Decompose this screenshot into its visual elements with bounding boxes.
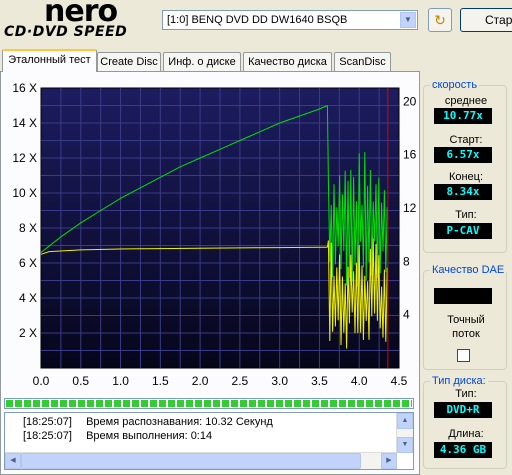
dae-quality-value bbox=[434, 288, 492, 304]
tab-scandisc[interactable]: ScanDisc bbox=[334, 52, 391, 71]
log-entry: [18:25:07] Время распознавания: 10.32 Се… bbox=[23, 416, 273, 428]
scroll-thumb[interactable] bbox=[21, 453, 361, 469]
disc-type-label: Тип: bbox=[455, 388, 477, 400]
tab-disc-info[interactable]: Инф. о диске bbox=[163, 52, 241, 71]
log-vertical-scrollbar[interactable]: ▲ ▼ bbox=[396, 413, 413, 453]
tab-benchmark[interactable]: Эталонный тест bbox=[2, 49, 97, 72]
log-entry: [18:25:07] Время выполнения: 0:14 bbox=[23, 430, 213, 442]
log-horizontal-scrollbar[interactable]: ◀ ▶ bbox=[5, 452, 397, 469]
y-right-tick-label: 20 bbox=[403, 94, 417, 108]
scroll-down-icon[interactable]: ▼ bbox=[397, 437, 413, 453]
y-left-tick-label: 12 X bbox=[12, 151, 37, 165]
disc-length-label: Длина: bbox=[448, 428, 484, 440]
drive-select-value: [1:0] BENQ DVD DD DW1640 BSQB bbox=[167, 14, 348, 26]
dae-quality-group: Качество DAE Точный поток bbox=[423, 264, 507, 370]
y-left-tick-label: 4 X bbox=[19, 291, 37, 305]
y-left-tick-label: 10 X bbox=[12, 186, 37, 200]
accurate-stream-label-2: поток bbox=[452, 328, 480, 340]
chevron-down-icon[interactable]: ▼ bbox=[400, 12, 416, 28]
start-button-label: Старт bbox=[485, 13, 512, 27]
disc-length-value: 4.36 GB bbox=[434, 442, 492, 458]
start-speed-label: Старт: bbox=[449, 134, 483, 146]
scroll-left-icon[interactable]: ◀ bbox=[5, 453, 21, 469]
refresh-icon: ↻ bbox=[434, 12, 446, 28]
accurate-stream-checkbox[interactable] bbox=[457, 349, 470, 362]
x-tick-label: 0.0 bbox=[33, 374, 50, 388]
speed-type-value: P-CAV bbox=[434, 223, 492, 239]
y-right-tick-label: 12 bbox=[403, 201, 417, 215]
progress-fill bbox=[6, 400, 412, 407]
y-left-tick-label: 6 X bbox=[19, 256, 37, 270]
speed-group: скорость среднее 10.77x Старт: 6.57x Кон… bbox=[423, 79, 507, 253]
logo-product: CD·DVD SPEED bbox=[4, 24, 128, 40]
log-list[interactable]: [18:25:07] Время распознавания: 10.32 Се… bbox=[4, 412, 414, 470]
tab-create-disc[interactable]: Create Disc bbox=[97, 52, 161, 71]
x-tick-label: 4.5 bbox=[391, 374, 408, 388]
x-tick-label: 1.0 bbox=[112, 374, 129, 388]
x-tick-label: 3.5 bbox=[311, 374, 328, 388]
nero-logo: nero CD·DVD SPEED bbox=[4, 0, 154, 46]
disc-type-group: Тип диска: Тип: DVD+R Длина: 4.36 GB bbox=[423, 375, 507, 469]
progress-bar bbox=[4, 398, 414, 409]
x-tick-label: 2.5 bbox=[232, 374, 249, 388]
start-button[interactable]: Старт bbox=[460, 8, 512, 32]
disc-group-title: Тип диска: bbox=[430, 375, 488, 387]
scroll-up-icon[interactable]: ▲ bbox=[397, 413, 413, 429]
disc-type-value: DVD+R bbox=[434, 402, 492, 418]
end-speed-label: Конец: bbox=[448, 171, 484, 183]
y-left-tick-label: 16 X bbox=[12, 81, 37, 95]
avg-speed-label: среднее bbox=[444, 95, 488, 107]
avg-speed-value: 10.77x bbox=[434, 108, 492, 124]
x-tick-label: 0.5 bbox=[72, 374, 89, 388]
speed-type-label: Тип: bbox=[455, 209, 477, 221]
y-right-tick-label: 8 bbox=[403, 254, 410, 268]
y-right-tick-label: 16 bbox=[403, 148, 417, 162]
tab-disc-quality[interactable]: Качество диска bbox=[243, 52, 332, 71]
x-tick-label: 2.0 bbox=[192, 374, 209, 388]
scroll-right-icon[interactable]: ▶ bbox=[381, 453, 397, 469]
speed-chart: 0.0 0.5 1.0 1.5 2.0 2.5 3.0 3.5 4.0 4.5 2 X 4 X 6 X 8… bbox=[12, 81, 417, 388]
end-speed-value: 8.34x bbox=[434, 184, 492, 200]
y-right-tick-label: 4 bbox=[403, 308, 410, 322]
x-tick-label: 4.0 bbox=[351, 374, 368, 388]
accurate-stream-label-1: Точный bbox=[447, 314, 485, 326]
x-tick-label: 3.0 bbox=[271, 374, 288, 388]
y-left-tick-label: 8 X bbox=[19, 221, 37, 235]
dae-group-title: Качество DAE bbox=[430, 264, 507, 276]
x-tick-label: 1.5 bbox=[152, 374, 169, 388]
refresh-button[interactable]: ↻ bbox=[428, 8, 452, 32]
y-left-tick-label: 2 X bbox=[19, 326, 37, 340]
y-left-tick-label: 14 X bbox=[12, 116, 37, 130]
drive-select[interactable]: [1:0] BENQ DVD DD DW1640 BSQB ▼ bbox=[162, 10, 418, 30]
speed-group-title: скорость bbox=[430, 79, 480, 91]
start-speed-value: 6.57x bbox=[434, 147, 492, 163]
